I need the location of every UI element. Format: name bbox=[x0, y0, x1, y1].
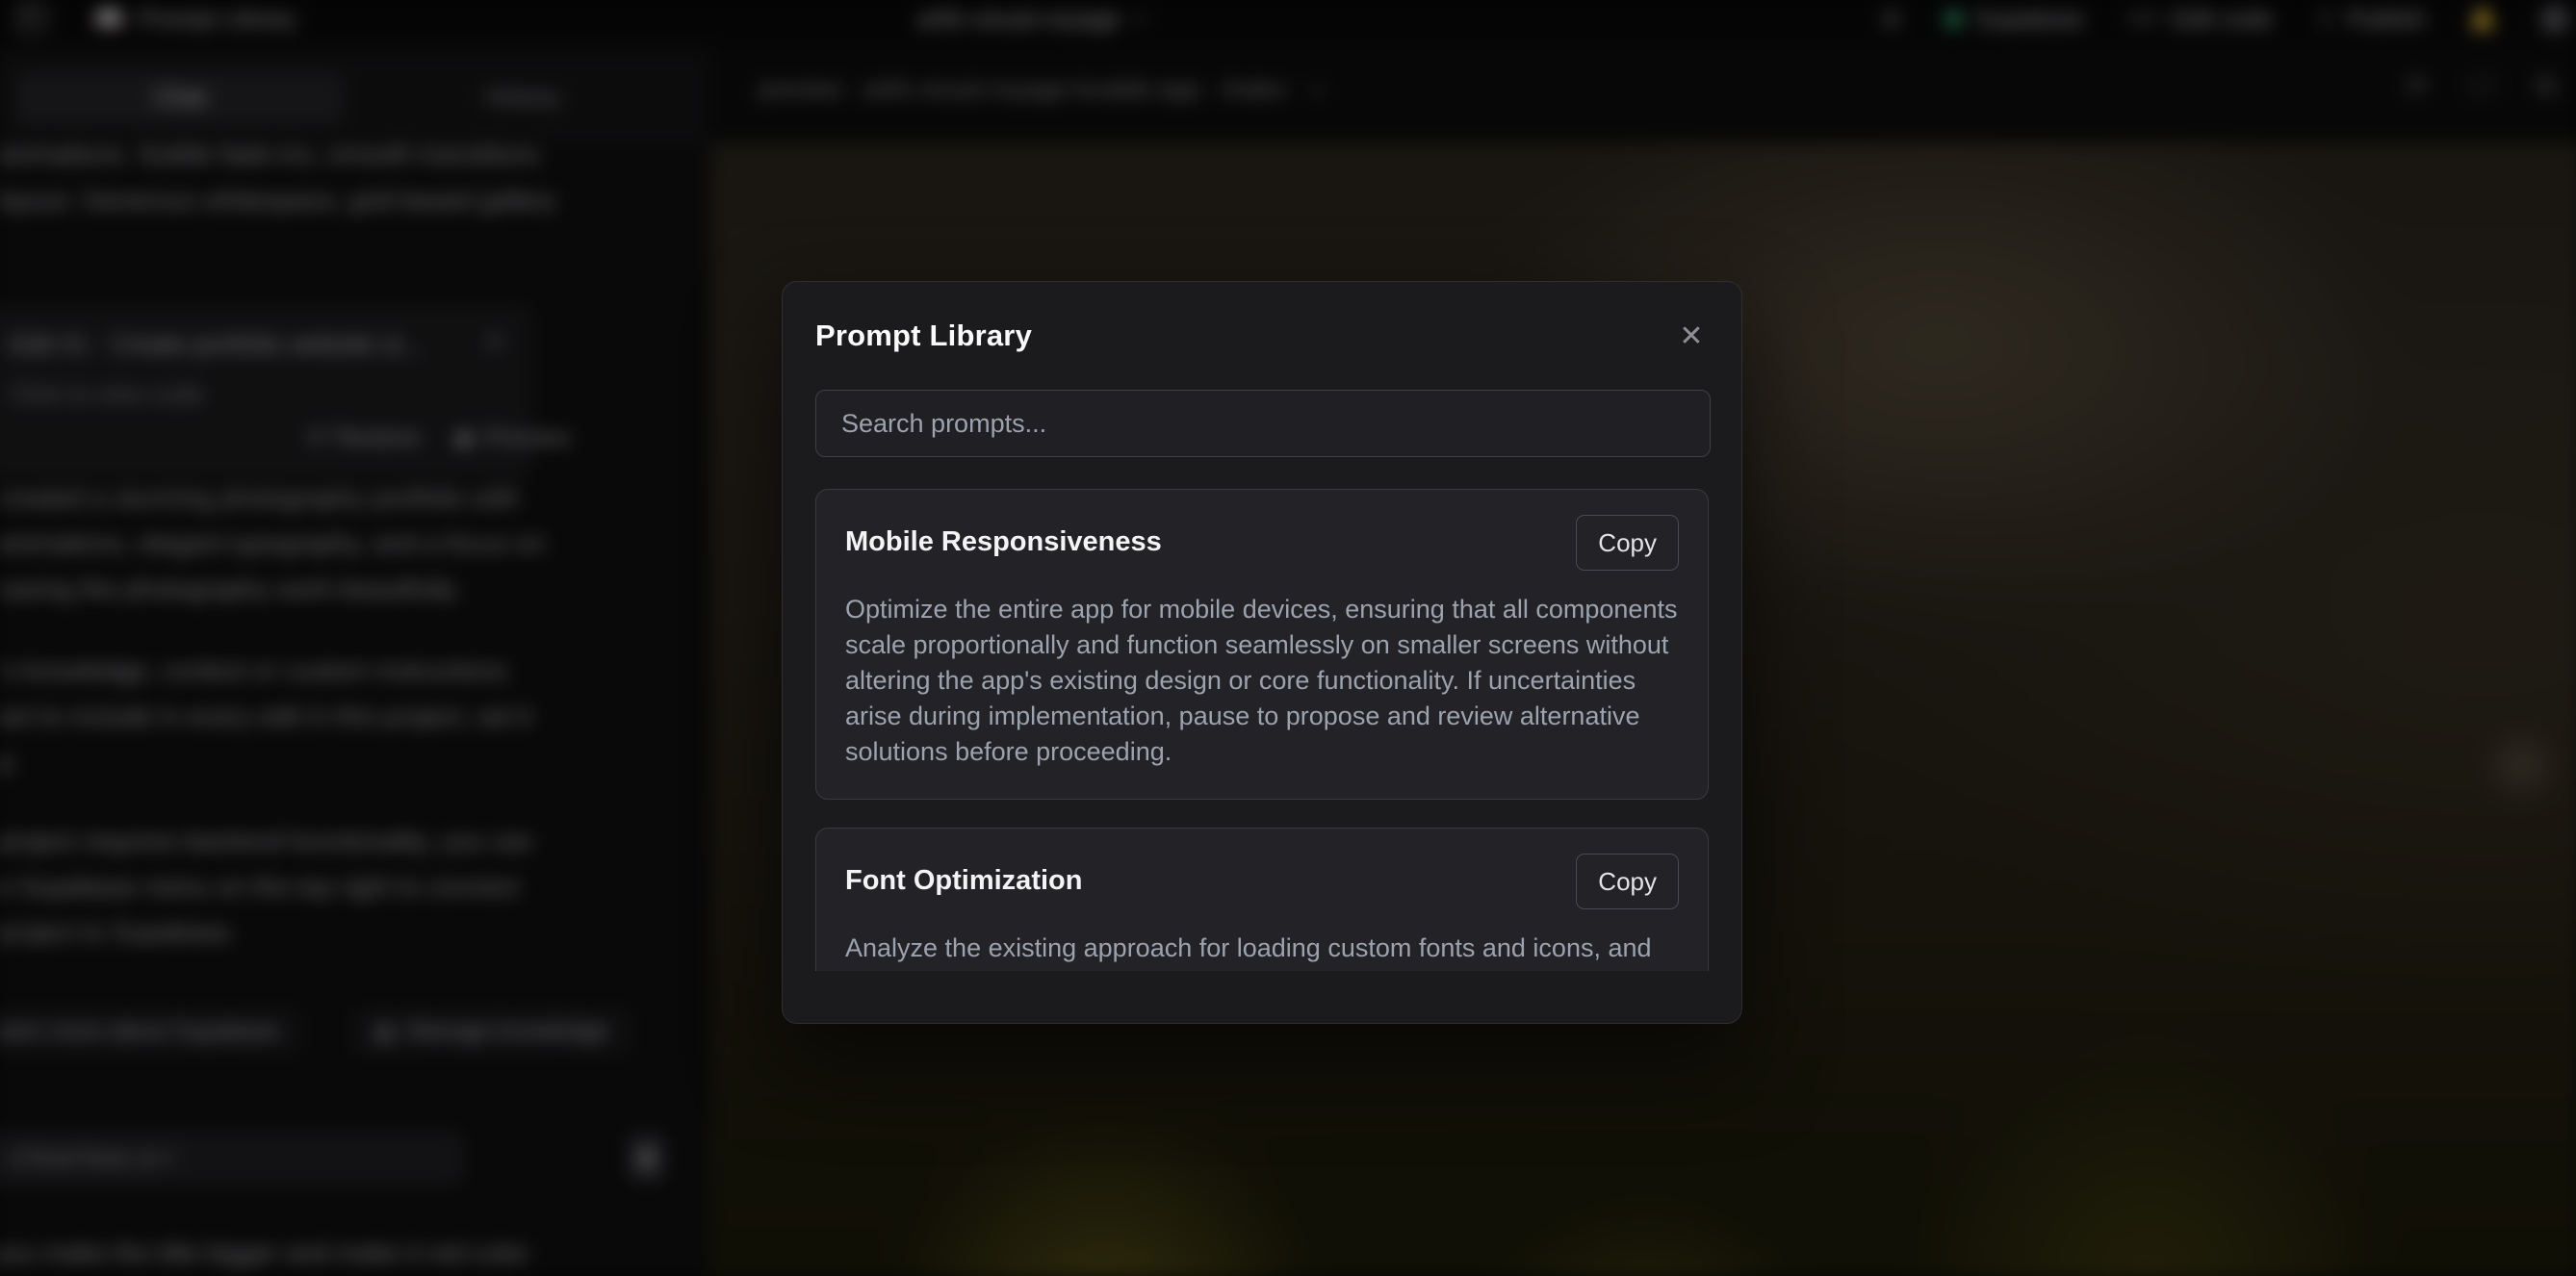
prompt-list: Mobile Responsiveness Copy Optimize the … bbox=[815, 489, 1709, 971]
prompt-body: Analyze the existing approach for loadin… bbox=[845, 931, 1679, 971]
prompt-library-modal: Prompt Library ✕ Mobile Responsiveness C… bbox=[782, 281, 1742, 1024]
prompt-card: Font Optimization Copy Analyze the exist… bbox=[815, 828, 1709, 971]
app-window: 📖 Prompt Library artfx-visual-voyage ▾ ⚙… bbox=[0, 0, 2576, 1276]
prompt-card: Mobile Responsiveness Copy Optimize the … bbox=[815, 489, 1709, 800]
copy-button[interactable]: Copy bbox=[1576, 854, 1679, 909]
prompt-body: Optimize the entire app for mobile devic… bbox=[845, 592, 1679, 770]
modal-title: Prompt Library bbox=[815, 319, 1709, 353]
search-input[interactable] bbox=[815, 390, 1711, 457]
prompt-title: Font Optimization bbox=[845, 854, 1082, 897]
copy-button[interactable]: Copy bbox=[1576, 515, 1679, 571]
prompt-title: Mobile Responsiveness bbox=[845, 515, 1162, 558]
close-icon[interactable]: ✕ bbox=[1670, 315, 1713, 357]
